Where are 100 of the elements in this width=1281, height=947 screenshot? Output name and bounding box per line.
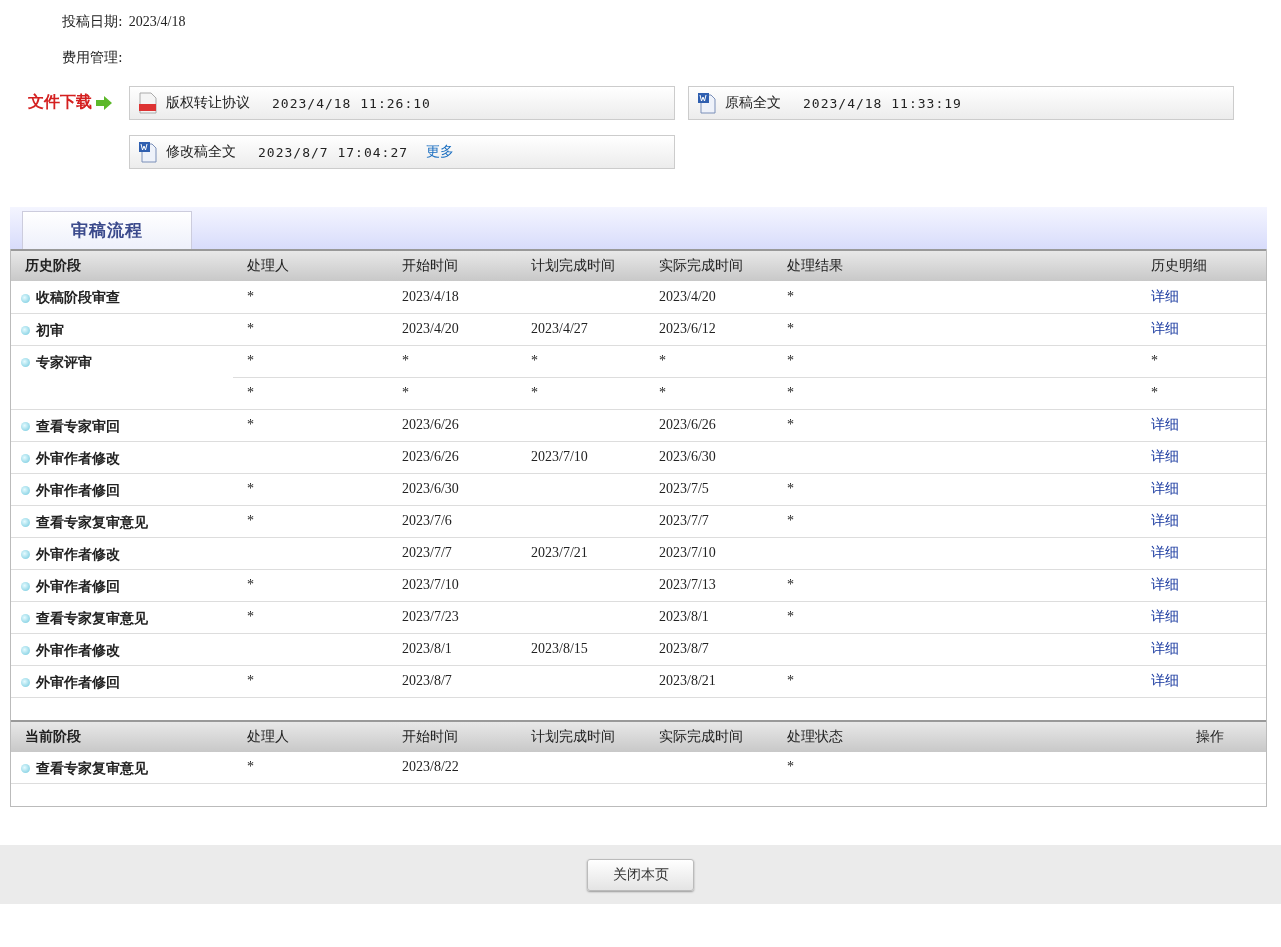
table-cell: * — [787, 609, 794, 624]
table-cell: 2023/6/12 — [659, 321, 716, 336]
table-cell: * — [787, 288, 794, 304]
section-tab[interactable]: 审稿流程 — [22, 211, 192, 249]
table-cell: * — [787, 321, 794, 336]
stage-name: 初审 — [36, 321, 64, 340]
table-cell: * — [787, 673, 794, 688]
bullet-icon — [21, 518, 30, 527]
more-link[interactable]: 更多 — [426, 143, 455, 161]
table-cell: * — [787, 513, 794, 528]
field-value: 2023/4/18 — [128, 14, 186, 30]
bullet-icon — [21, 550, 30, 559]
table-cell: 2023/7/21 — [531, 545, 588, 560]
bullet-icon — [21, 422, 30, 431]
stage-name: 收稿阶段审查 — [36, 289, 120, 307]
stage-name: 外审作者修改 — [36, 641, 120, 660]
detail-link[interactable]: 详细 — [1151, 320, 1179, 336]
table-cell: 2023/8/22 — [402, 759, 459, 775]
detail-link[interactable]: 详细 — [1151, 416, 1179, 432]
word-file-icon — [138, 141, 158, 163]
table-cell: 2023/7/10 — [531, 449, 588, 464]
table-cell: 2023/4/27 — [531, 321, 588, 336]
table-cell: * — [247, 385, 254, 400]
table-cell: * — [247, 288, 254, 304]
file-time: 2023/4/18 11:26:10 — [272, 95, 431, 111]
table-cell: * — [787, 385, 794, 400]
file-time: 2023/8/7 17:04:27 — [258, 144, 409, 160]
bullet-icon — [21, 678, 30, 687]
table-cell: * — [1151, 353, 1158, 368]
bullet-icon — [21, 614, 30, 623]
column-header: 当前阶段 — [11, 720, 233, 752]
column-header: 实际完成时间 — [645, 720, 773, 752]
table-cell: 2023/6/30 — [402, 481, 459, 496]
download-label: 文件下载 — [28, 92, 92, 113]
table-cell: * — [531, 385, 538, 400]
table-cell: 2023/7/23 — [402, 609, 459, 624]
table-cell: 2023/8/15 — [531, 641, 588, 656]
table-cell: * — [402, 353, 409, 368]
stage-name: 查看专家复审意见 — [36, 513, 148, 532]
table-cell: 2023/7/10 — [659, 545, 716, 560]
table-cell: 2023/4/20 — [659, 288, 716, 304]
table-cell: * — [1151, 385, 1158, 400]
stage-name: 外审作者修回 — [36, 673, 120, 692]
table-cell: * — [787, 417, 794, 432]
stage-name: 专家评审 — [36, 353, 92, 372]
detail-link[interactable]: 详细 — [1151, 544, 1179, 560]
stage-name: 外审作者修回 — [36, 481, 120, 500]
table-cell: * — [247, 609, 254, 624]
stage-name: 外审作者修改 — [36, 449, 120, 468]
table-cell: * — [247, 513, 254, 528]
file-item[interactable]: 版权转让协议 2023/4/18 11:26:10 — [129, 86, 675, 120]
table-cell: * — [247, 759, 254, 775]
table-cell: 2023/8/7 — [659, 641, 709, 656]
detail-link[interactable]: 详细 — [1151, 608, 1179, 624]
bullet-icon — [21, 582, 30, 591]
file-name: 修改稿全文 — [166, 143, 236, 161]
detail-link[interactable]: 详细 — [1151, 448, 1179, 464]
table-cell: * — [531, 353, 538, 368]
column-header: 处理人 — [233, 250, 388, 281]
table-cell: * — [659, 353, 666, 368]
field-label: 费用管理: — [62, 49, 123, 67]
detail-link[interactable]: 详细 — [1151, 287, 1179, 304]
bullet-icon — [21, 646, 30, 655]
detail-link[interactable]: 详细 — [1151, 672, 1179, 688]
table-cell: * — [247, 417, 254, 432]
table-cell: 2023/8/21 — [659, 673, 716, 688]
file-item[interactable]: 原稿全文 2023/4/18 11:33:19 — [688, 86, 1234, 120]
column-header: 历史阶段 — [11, 250, 233, 281]
table-cell: * — [247, 321, 254, 336]
table-cell: * — [787, 577, 794, 592]
table-cell: 2023/7/6 — [402, 513, 452, 528]
table-cell: * — [247, 481, 254, 496]
file-item[interactable]: 修改稿全文 2023/8/7 17:04:27 更多 — [129, 135, 675, 169]
table-cell: 2023/7/7 — [659, 513, 709, 528]
table-cell: * — [402, 385, 409, 400]
detail-link[interactable]: 详细 — [1151, 576, 1179, 592]
detail-link[interactable]: 详细 — [1151, 512, 1179, 528]
table-cell: * — [247, 673, 254, 688]
column-header: 处理状态 — [773, 720, 1137, 752]
table-cell: 2023/6/26 — [402, 449, 459, 464]
table-cell: 2023/8/1 — [402, 641, 452, 656]
file-time: 2023/4/18 11:33:19 — [803, 95, 962, 111]
column-header: 处理人 — [233, 720, 388, 752]
word-file-icon — [697, 92, 717, 114]
bullet-icon — [21, 486, 30, 495]
bullet-icon — [21, 358, 30, 367]
field-label: 投稿日期: — [62, 13, 123, 31]
column-header: 计划完成时间 — [517, 720, 645, 752]
column-header: 开始时间 — [388, 250, 517, 281]
detail-link[interactable]: 详细 — [1151, 480, 1179, 496]
bullet-icon — [21, 326, 30, 335]
bullet-icon — [21, 454, 30, 463]
bullet-icon — [21, 293, 30, 303]
table-cell: 2023/4/20 — [402, 321, 459, 336]
table-cell: * — [787, 481, 794, 496]
detail-link[interactable]: 详细 — [1151, 640, 1179, 656]
close-button[interactable]: 关闭本页 — [587, 858, 694, 891]
table-cell: 2023/6/30 — [659, 449, 716, 464]
file-name: 版权转让协议 — [166, 94, 250, 112]
column-header: 操作 — [1137, 720, 1266, 752]
